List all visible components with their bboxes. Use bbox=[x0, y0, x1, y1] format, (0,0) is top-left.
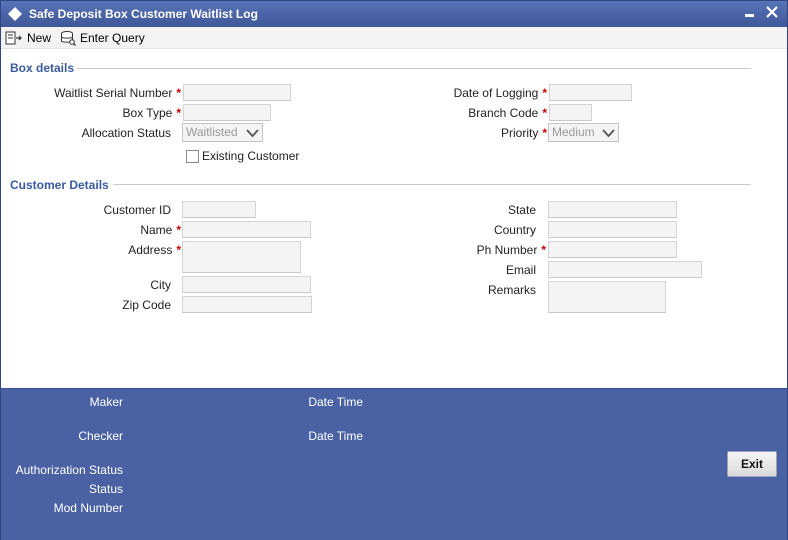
toolbar: New Enter Query bbox=[1, 27, 787, 49]
email-input[interactable] bbox=[548, 261, 702, 278]
customer-details-divider bbox=[113, 184, 751, 185]
window-title: Safe Deposit Box Customer Waitlist Log bbox=[29, 7, 258, 21]
close-icon[interactable] bbox=[765, 4, 779, 20]
state-label: State bbox=[507, 203, 536, 217]
city-input[interactable] bbox=[182, 276, 311, 293]
maker-date-time-label: Date Time bbox=[308, 395, 363, 409]
box-type-input[interactable] bbox=[183, 104, 271, 121]
box-details-divider bbox=[77, 68, 751, 69]
minimize-icon[interactable] bbox=[743, 5, 757, 21]
email-label: Email bbox=[505, 263, 536, 277]
country-input[interactable] bbox=[548, 221, 677, 238]
allocation-status-label: Allocation Status bbox=[81, 126, 171, 140]
mod-number-label: Mod Number bbox=[53, 501, 123, 515]
waitlist-serial-number-label: Waitlist Serial Number * bbox=[54, 86, 181, 100]
customer-details-header: Customer Details bbox=[10, 178, 109, 192]
allocation-status-select[interactable]: Waitlisted bbox=[182, 123, 263, 142]
enter-query-button[interactable]: Enter Query bbox=[60, 29, 145, 47]
city-label: City bbox=[150, 278, 171, 292]
enter-query-label: Enter Query bbox=[80, 31, 145, 45]
status-label: Status bbox=[88, 482, 123, 496]
allocation-status-value: Waitlisted bbox=[186, 125, 238, 139]
database-query-icon bbox=[61, 31, 76, 46]
new-button-label: New bbox=[27, 31, 52, 45]
state-input[interactable] bbox=[548, 201, 677, 218]
name-input[interactable] bbox=[182, 221, 311, 238]
new-record-icon bbox=[5, 31, 22, 45]
customer-id-input[interactable] bbox=[182, 201, 256, 218]
checker-label: Checker bbox=[78, 429, 123, 443]
new-button[interactable]: New bbox=[5, 29, 51, 47]
existing-customer-checkbox[interactable] bbox=[186, 150, 199, 163]
date-of-logging-input[interactable] bbox=[549, 84, 632, 101]
remarks-label: Remarks bbox=[487, 283, 536, 297]
date-of-logging-label: Date of Logging * bbox=[453, 86, 547, 100]
chevron-down-icon bbox=[602, 129, 615, 138]
ph-number-label: Ph Number * bbox=[476, 243, 546, 257]
name-label: Name * bbox=[140, 223, 181, 237]
title-bar: Safe Deposit Box Customer Waitlist Log bbox=[1, 1, 787, 27]
checker-date-time-label: Date Time bbox=[308, 429, 363, 443]
country-label: Country bbox=[493, 223, 536, 237]
priority-select[interactable]: Medium bbox=[548, 123, 619, 142]
customer-id-label: Customer ID bbox=[103, 203, 171, 217]
box-type-label: Box Type * bbox=[122, 106, 181, 120]
existing-customer-label: Existing Customer bbox=[202, 149, 300, 163]
ph-number-input[interactable] bbox=[548, 241, 677, 258]
branch-code-label: Branch Code * bbox=[468, 106, 547, 120]
box-details-header: Box details bbox=[10, 61, 75, 75]
priority-value: Medium bbox=[552, 125, 595, 139]
remarks-textarea[interactable] bbox=[548, 281, 666, 313]
zip-code-input[interactable] bbox=[182, 296, 312, 313]
exit-button[interactable]: Exit bbox=[727, 451, 777, 477]
waitlist-log-window: Safe Deposit Box Customer Waitlist Log N… bbox=[0, 0, 788, 540]
address-label: Address * bbox=[128, 243, 181, 257]
waitlist-serial-number-input[interactable] bbox=[183, 84, 291, 101]
priority-label: Priority * bbox=[500, 126, 547, 140]
authorization-status-label: Authorization Status bbox=[15, 463, 123, 477]
diamond-icon bbox=[8, 7, 22, 21]
address-textarea[interactable] bbox=[182, 241, 301, 273]
chevron-down-icon bbox=[246, 129, 259, 138]
branch-code-input[interactable] bbox=[549, 104, 592, 121]
zip-code-label: Zip Code bbox=[122, 298, 171, 312]
maker-label: Maker bbox=[89, 395, 123, 409]
